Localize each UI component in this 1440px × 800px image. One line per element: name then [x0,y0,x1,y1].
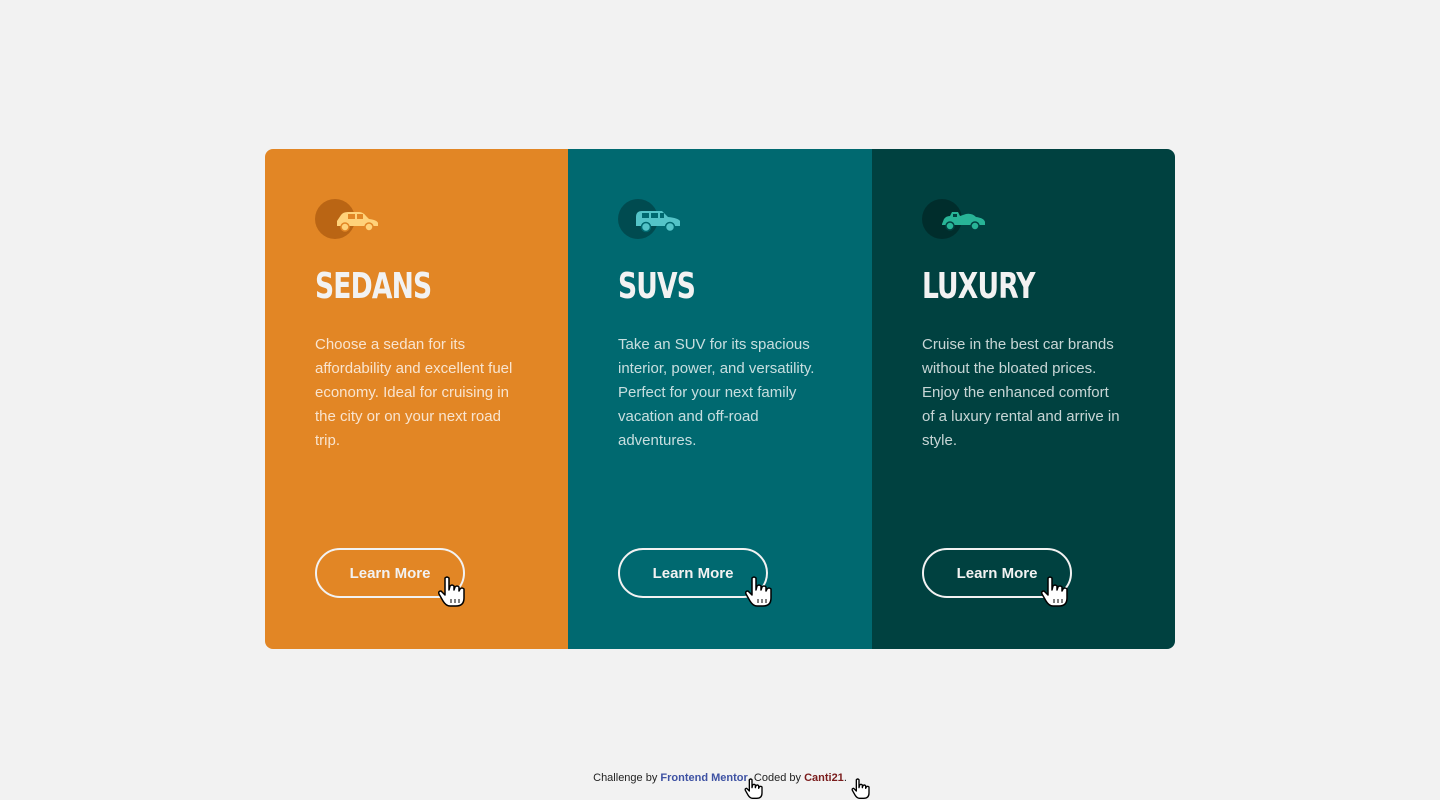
card-title: LUXURY [922,266,1035,307]
learn-more-button[interactable]: Learn More [922,548,1072,598]
card-description: Choose a sedan for its affordability and… [315,336,513,449]
frontend-mentor-link[interactable]: Frontend Mentor [660,772,747,784]
card-sedans: SEDANS Choose a sedan for its affordabil… [265,149,568,649]
card-title: SUVS [618,266,696,307]
card-title: SEDANS [315,266,432,307]
sedan-car-icon [315,199,381,239]
learn-more-button[interactable]: Learn More [315,548,465,598]
footer-prefix: Challenge by [593,772,661,784]
card-group: SEDANS Choose a sedan for its affordabil… [265,149,1175,649]
card-suvs: SUVS Take an SUV for its spacious interi… [568,149,872,649]
suv-car-icon [618,199,684,239]
luxury-car-icon [922,199,988,239]
learn-more-button[interactable]: Learn More [618,548,768,598]
card-description: Take an SUV for its spacious interior, p… [618,336,815,449]
card-luxury: LUXURY Cruise in the best car brands wit… [872,149,1175,649]
card-description: Cruise in the best car brands without th… [922,336,1120,449]
footer-middle: . Coded by [747,772,805,784]
page: SEDANS Choose a sedan for its affordabil… [0,0,1440,800]
footer-suffix: . [843,772,847,784]
author-link[interactable]: Canti21 [804,772,844,784]
attribution-footer: Challenge by Frontend Mentor. Coded by C… [0,772,1440,784]
